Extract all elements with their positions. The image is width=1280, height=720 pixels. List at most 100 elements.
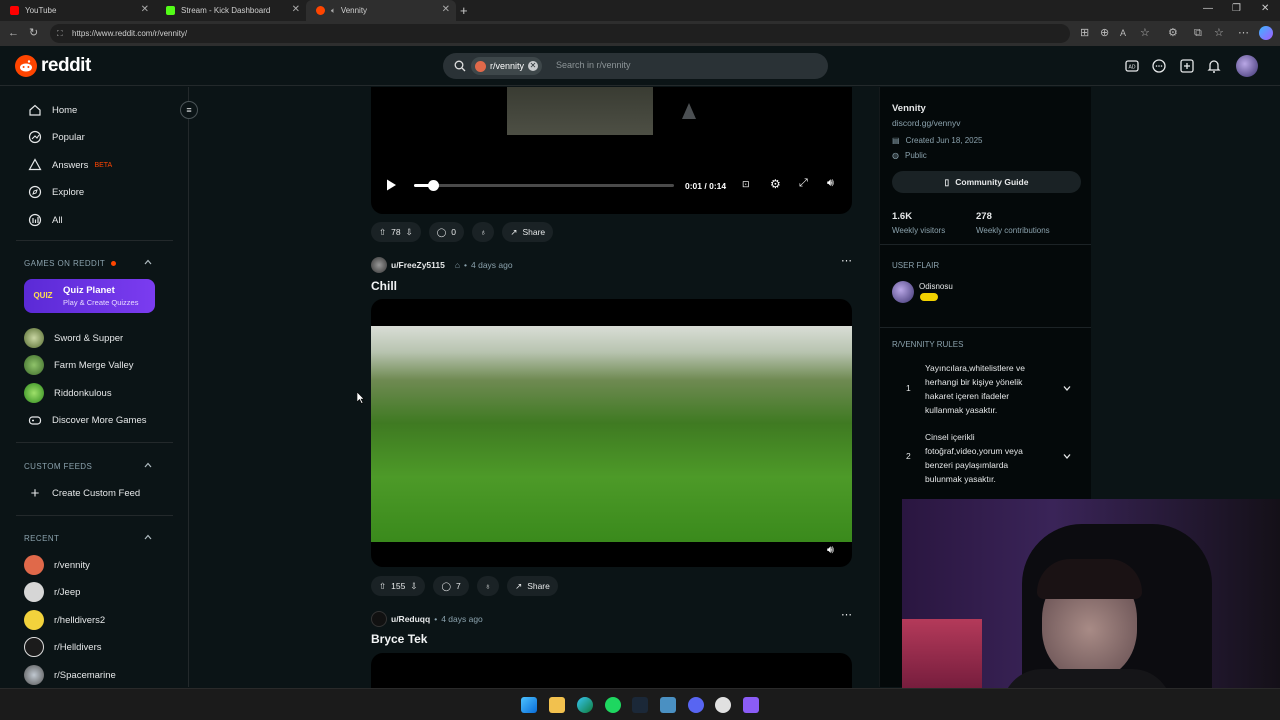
recent-community[interactable]: r/helldivers2	[24, 610, 105, 630]
rule-item[interactable]: 2 Cinsel içerikli fotoğraf,video,yorum v…	[892, 428, 1081, 484]
edge-icon[interactable]	[577, 697, 593, 713]
chevron-up-icon[interactable]	[143, 532, 153, 542]
post-title[interactable]: Chill	[371, 279, 397, 293]
sidebar-item-all[interactable]: All	[28, 210, 63, 230]
post-video-player[interactable]	[371, 653, 852, 688]
author-avatar[interactable]	[371, 611, 387, 627]
share-button[interactable]: ↗ Share	[507, 576, 558, 596]
volume-icon[interactable]: 🔊︎	[827, 177, 834, 190]
recent-heading[interactable]: RECENT	[24, 534, 59, 543]
custom-feeds-heading[interactable]: CUSTOM FEEDS	[24, 462, 92, 471]
app-icon[interactable]	[660, 697, 676, 713]
more-icon[interactable]: ⋯	[1238, 27, 1249, 39]
sidebar-game-riddonkulous[interactable]: Riddonkulous	[24, 383, 112, 403]
url-field[interactable]: ⛶ https://www.reddit.com/r/vennity/	[50, 24, 1070, 43]
tab-vennity[interactable]: 🔈︎ Vennity ✕	[306, 0, 456, 21]
site-info-icon[interactable]: ⛶	[57, 24, 63, 43]
app-icon[interactable]	[743, 697, 759, 713]
author-avatar[interactable]	[371, 257, 387, 273]
zoom-icon[interactable]: ⊕	[1100, 27, 1109, 39]
seek-bar[interactable]	[414, 180, 674, 191]
settings-gear-icon[interactable]: ⚙	[770, 177, 781, 191]
sidebar-game-sword-supper[interactable]: Sword & Supper	[24, 328, 123, 348]
close-icon[interactable]: ✕	[292, 4, 300, 15]
chevron-down-icon[interactable]	[1062, 451, 1072, 461]
recent-community[interactable]: r/Spacemarine	[24, 665, 116, 685]
reddit-logo[interactable]: reddit	[15, 55, 91, 77]
split-screen-icon[interactable]: ⧉	[1194, 27, 1202, 39]
seek-handle[interactable]	[427, 180, 439, 191]
app-icon[interactable]	[715, 697, 731, 713]
post-title[interactable]: Bryce Tek	[371, 632, 427, 646]
new-tab-icon[interactable]: +	[460, 3, 468, 18]
chevron-up-icon[interactable]	[143, 460, 153, 470]
discover-more-games[interactable]: Discover More Games	[28, 410, 147, 430]
file-explorer-icon[interactable]	[549, 697, 565, 713]
games-heading[interactable]: GAMES ON REDDIT	[24, 259, 116, 268]
play-icon[interactable]	[384, 178, 398, 192]
advertise-icon[interactable]: AD	[1124, 58, 1140, 74]
sidebar-item-home[interactable]: Home	[28, 100, 77, 120]
share-button[interactable]: ↗ Share	[502, 222, 554, 242]
post-author[interactable]: u/Reduqq	[391, 614, 430, 624]
search-bar[interactable]: r/vennity ✕ Search in r/vennity	[443, 53, 828, 79]
favorites-bar-icon[interactable]: ☆	[1214, 27, 1224, 39]
featured-game-quiz-planet[interactable]: QUIZ Quiz Planet Play & Create Quizzes	[24, 279, 155, 313]
create-custom-feed[interactable]: + Create Custom Feed	[28, 483, 141, 503]
post-video-player[interactable]: 0:01 / 0:14 ⊡ ⚙ ⤢ 🔊︎	[371, 87, 852, 214]
recent-community[interactable]: r/Helldivers	[24, 637, 102, 657]
back-icon[interactable]: ←	[8, 27, 19, 39]
favorite-icon[interactable]: ☆	[1140, 27, 1150, 39]
search-input[interactable]: Search in r/vennity	[556, 60, 631, 70]
community-guide-button[interactable]: ▯ Community Guide	[892, 171, 1081, 193]
close-icon[interactable]: ✕	[442, 4, 450, 15]
captions-icon[interactable]: ⊡	[742, 179, 750, 190]
clear-chip-icon[interactable]: ✕	[528, 61, 539, 71]
tab-youtube[interactable]: YouTube ✕	[0, 0, 155, 21]
comments-button[interactable]: ◯ 0	[428, 222, 464, 242]
minimize-icon[interactable]: —	[1203, 3, 1213, 14]
recent-community[interactable]: r/vennity	[24, 555, 90, 575]
sidebar-item-explore[interactable]: Explore	[28, 182, 84, 202]
extensions-icon[interactable]: ⚙	[1168, 27, 1178, 39]
more-options-icon[interactable]: ⋯	[841, 254, 852, 267]
steam-icon[interactable]	[632, 697, 648, 713]
sidebar-item-popular[interactable]: Popular	[28, 127, 85, 147]
app-icon[interactable]: ⊞	[1080, 27, 1089, 39]
chat-icon[interactable]	[1151, 58, 1167, 74]
community-link[interactable]: discord.gg/vennyv	[892, 118, 961, 128]
windows-start-icon[interactable]	[521, 697, 537, 713]
recent-community[interactable]: r/Jeep	[24, 582, 80, 602]
post-video-player[interactable]: 🔊︎	[371, 299, 852, 567]
refresh-icon[interactable]: ↻	[29, 27, 38, 39]
vote-control[interactable]: ⇧ 78 ⇩	[371, 222, 421, 242]
downvote-icon[interactable]: ⇩	[410, 581, 417, 592]
upvote-icon[interactable]: ⇧	[379, 227, 386, 238]
discord-icon[interactable]	[688, 697, 704, 713]
spotify-icon[interactable]	[605, 697, 621, 713]
sidebar-game-farm-merge[interactable]: Farm Merge Valley	[24, 355, 134, 375]
notifications-icon[interactable]	[1206, 58, 1222, 74]
flair-avatar[interactable]	[892, 281, 914, 303]
post-author[interactable]: u/FreeZy5115	[391, 260, 445, 270]
copilot-icon[interactable]	[1259, 26, 1273, 40]
chevron-up-icon[interactable]	[143, 257, 153, 267]
fullscreen-icon[interactable]: ⤢	[799, 177, 808, 190]
downvote-icon[interactable]: ⇩	[406, 227, 413, 238]
award-button[interactable]: ♁	[471, 222, 495, 242]
user-avatar[interactable]	[1236, 55, 1258, 77]
tab-kick[interactable]: Stream - Kick Dashboard ✕	[156, 0, 306, 21]
award-button[interactable]: ♁	[476, 576, 500, 596]
read-aloud-icon[interactable]: A	[1120, 27, 1126, 39]
comments-button[interactable]: ◯ 7	[433, 576, 469, 596]
maximize-icon[interactable]: ❐	[1232, 3, 1241, 14]
chevron-down-icon[interactable]	[1062, 383, 1072, 393]
volume-icon[interactable]: 🔊︎	[827, 544, 834, 557]
more-options-icon[interactable]: ⋯	[841, 608, 852, 621]
speaker-icon[interactable]: 🔈︎	[331, 6, 336, 16]
close-icon[interactable]: ✕	[141, 4, 149, 15]
vote-control[interactable]: ⇧ 155 ⇩	[371, 576, 426, 596]
window-close-icon[interactable]: ✕	[1261, 3, 1269, 14]
subreddit-search-chip[interactable]: r/vennity ✕	[471, 57, 543, 75]
rule-item[interactable]: 1 Yayıncılara,whitelistlere ve herhangi …	[892, 359, 1081, 415]
